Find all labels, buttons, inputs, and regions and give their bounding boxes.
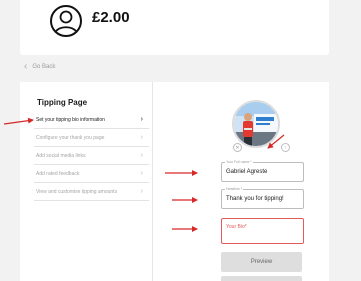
upload-photo-icon[interactable]: ↑ [281, 143, 290, 152]
sidebar-item-social-media[interactable]: Add social media links › [34, 147, 149, 165]
user-silhouette-icon [54, 10, 78, 35]
sidebar-item-bio-information[interactable]: Set your tipping bio information › [34, 111, 149, 129]
headline-field[interactable]: Headline * Thank you for tipping! [221, 187, 304, 209]
settings-sidebar: Tipping Page Set your tipping bio inform… [20, 82, 153, 281]
sidebar-item-label: Configure your thank you page [36, 134, 105, 141]
chevron-right-icon: › [140, 188, 143, 195]
full-name-field[interactable]: Your Full name * Gabriel Agreste [221, 160, 304, 182]
sidebar-item-label: Set your tipping bio information [36, 116, 105, 123]
chevron-right-icon: › [140, 116, 143, 123]
full-name-label: Your Full name * [225, 160, 253, 164]
sidebar-title: Tipping Page [37, 98, 88, 107]
sidebar-item-label: View and customise tipping amounts [36, 188, 118, 195]
user-avatar-icon [50, 5, 82, 37]
bio-label: Your Bio* [226, 224, 247, 230]
headline-label: Headline * [225, 187, 244, 191]
preview-button[interactable]: Preview [221, 252, 302, 272]
tipping-page-panel: Tipping Page Set your tipping bio inform… [20, 82, 329, 281]
delete-photo-icon[interactable]: ✕ [233, 143, 242, 152]
profile-summary-card: £2.00 [20, 0, 329, 55]
full-name-value: Gabriel Agreste [226, 169, 268, 175]
go-back-label: Go Back [32, 64, 56, 70]
profile-photo[interactable] [232, 100, 280, 148]
sidebar-item-label: Add social media links [36, 152, 86, 159]
bio-field[interactable]: Your Bio* [221, 218, 304, 244]
sidebar-item-thank-you-page[interactable]: Configure your thank you page › [34, 129, 149, 147]
sidebar-list: Set your tipping bio information › Confi… [34, 111, 149, 201]
secondary-button[interactable] [221, 276, 302, 281]
chevron-left-icon: ‹ [24, 61, 28, 72]
tip-amount: £2.00 [92, 9, 130, 26]
profile-photo-image [234, 102, 278, 146]
sidebar-item-rated-feedback[interactable]: Add rated feedback › [34, 165, 149, 183]
sidebar-item-tipping-amounts[interactable]: View and customise tipping amounts › [34, 183, 149, 201]
chevron-right-icon: › [140, 170, 143, 177]
sidebar-item-label: Add rated feedback [36, 170, 80, 177]
headline-value: Thank you for tipping! [226, 196, 284, 202]
chevron-right-icon: › [140, 134, 143, 141]
bio-form: ✕ ↑ Your Full name * Gabriel Agreste Hea… [153, 82, 329, 281]
chevron-right-icon: › [140, 152, 143, 159]
go-back-link[interactable]: ‹ Go Back [24, 62, 55, 72]
